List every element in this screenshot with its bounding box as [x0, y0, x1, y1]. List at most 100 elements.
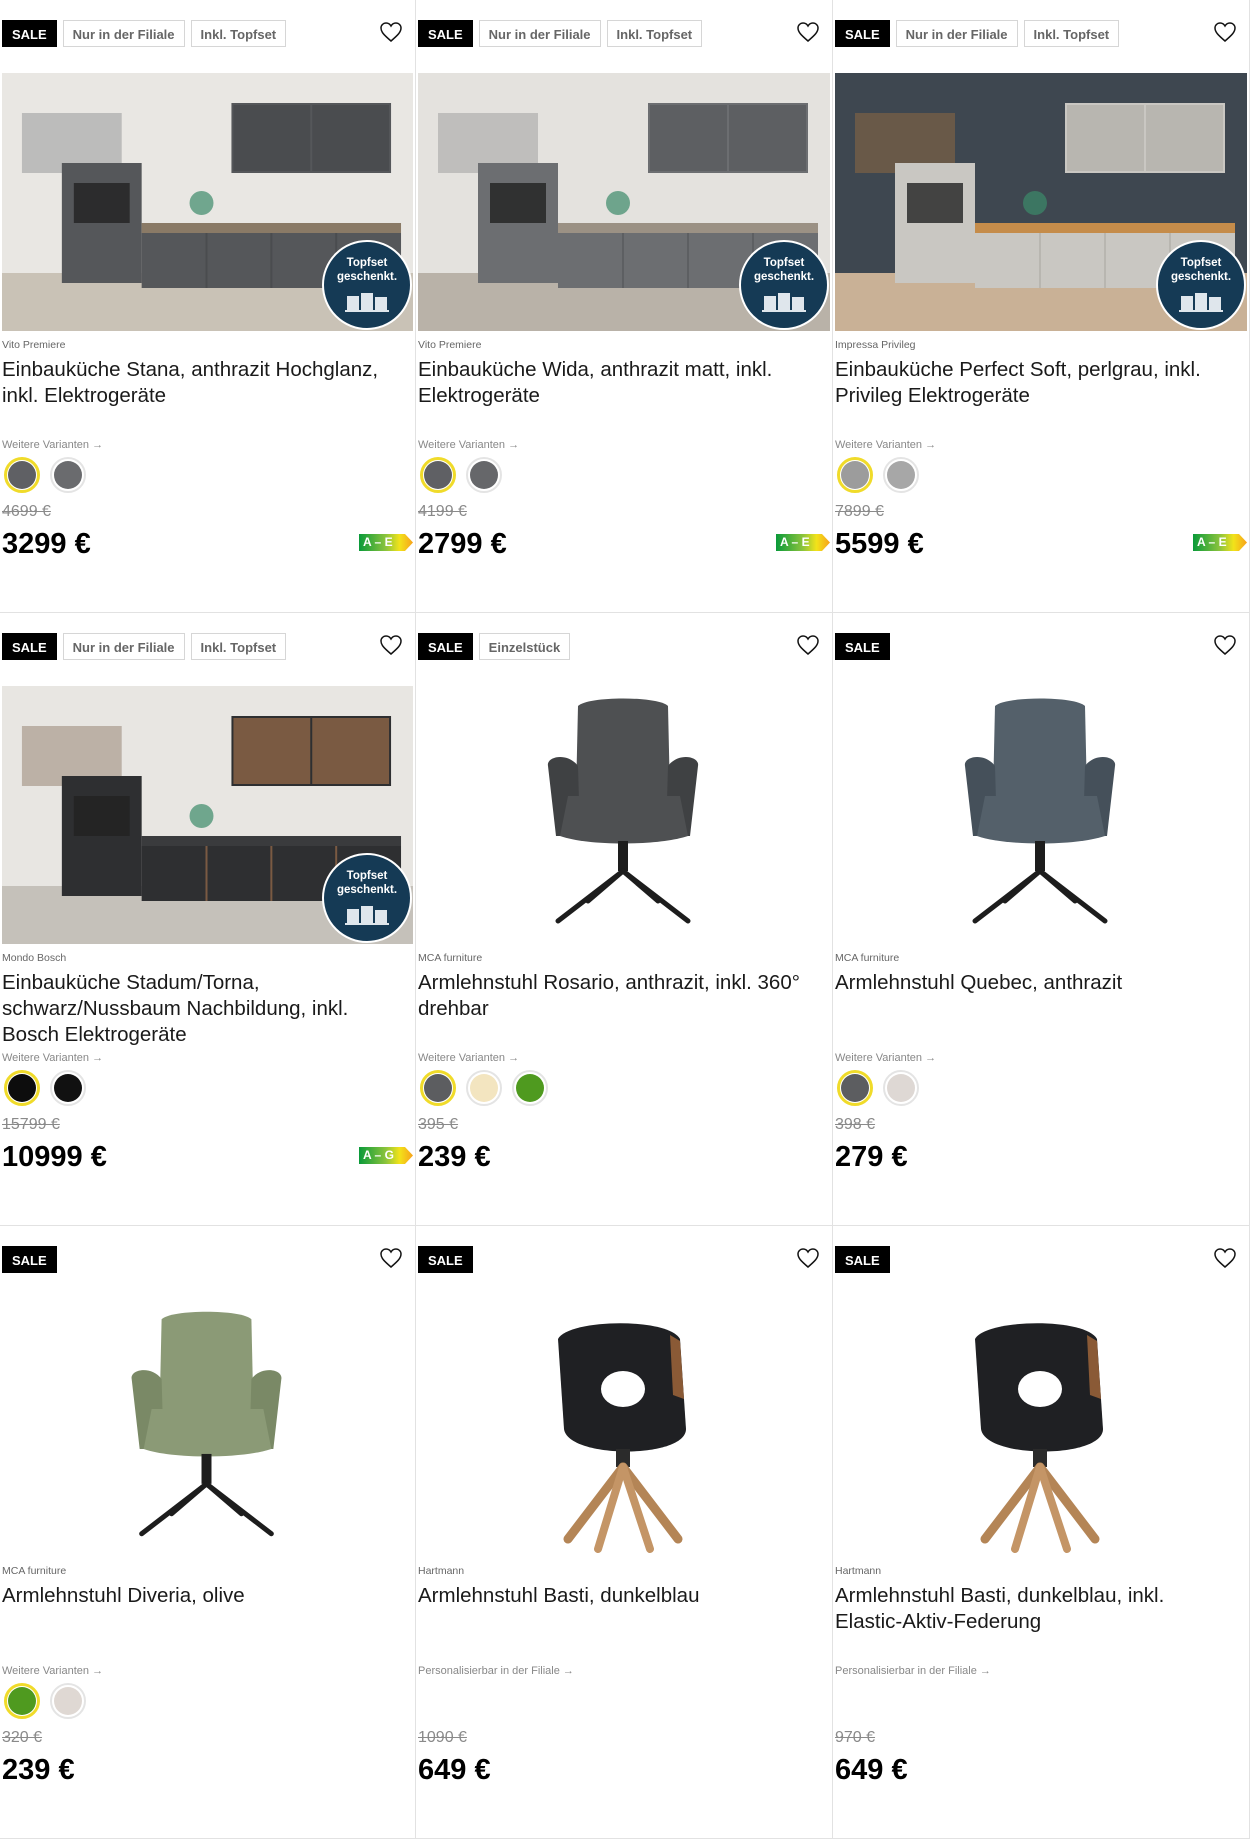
color-swatch[interactable] [883, 1070, 919, 1106]
product-brand: Impressa Privileg [835, 339, 916, 351]
color-swatches [837, 1070, 919, 1106]
product-image[interactable] [418, 686, 830, 944]
old-price: 320 € [2, 1729, 43, 1746]
variants-link[interactable]: Personalisierbar in der Filiale → [835, 1665, 991, 1677]
heart-icon[interactable] [379, 633, 403, 657]
info-badge: Nur in der Filiale [62, 633, 185, 660]
product-title[interactable]: Einbauküche Perfect Soft, perlgrau, inkl… [835, 357, 1237, 409]
heart-icon[interactable] [1213, 1246, 1237, 1270]
energy-efficiency-label[interactable]: A – E [1193, 534, 1247, 551]
current-price: 3299 € [2, 528, 91, 560]
topfset-badge: Topfset geschenkt. [322, 240, 412, 330]
product-brand: Vito Premiere [418, 339, 482, 351]
product-title[interactable]: Armlehnstuhl Basti, dunkelblau [418, 1583, 820, 1609]
product-image[interactable] [835, 1299, 1247, 1557]
topfset-badge: Topfset geschenkt. [739, 240, 829, 330]
color-swatch[interactable] [4, 457, 40, 493]
sale-badge: SALE [835, 633, 890, 660]
product-image[interactable] [2, 1299, 413, 1557]
product-title[interactable]: Armlehnstuhl Rosario, anthrazit, inkl. 3… [418, 970, 820, 1022]
product-card-8[interactable]: SALE Hartmann Armlehnstuhl Basti, dunkel… [416, 1226, 833, 1839]
color-swatch[interactable] [466, 1070, 502, 1106]
variants-link[interactable]: Weitere Varianten → [418, 1052, 519, 1064]
variants-link[interactable]: Weitere Varianten → [2, 1665, 103, 1677]
pots-icon [762, 293, 806, 312]
heart-icon[interactable] [1213, 633, 1237, 657]
product-card-9[interactable]: SALE Hartmann Armlehnstuhl Basti, dunkel… [833, 1226, 1250, 1839]
product-card-7[interactable]: SALE MCA furniture Armlehnstuhl Diveria,… [0, 1226, 416, 1839]
variants-link[interactable]: Personalisierbar in der Filiale → [418, 1665, 574, 1677]
badge-row: SALE [835, 633, 890, 660]
color-swatch[interactable] [50, 457, 86, 493]
product-image[interactable] [418, 1299, 830, 1557]
product-brand: MCA furniture [2, 1565, 67, 1577]
color-swatches [420, 1070, 548, 1106]
product-title[interactable]: Armlehnstuhl Basti, dunkelblau, inkl. El… [835, 1583, 1237, 1635]
badge-row: SALE Nur in der Filiale Inkl. Topfset [2, 20, 287, 47]
product-grid: SALE Nur in der Filiale Inkl. Topfset Topf… [0, 0, 1250, 1839]
current-price: 649 € [835, 1754, 908, 1786]
info-badge: Nur in der Filiale [895, 20, 1018, 47]
color-swatch[interactable] [883, 457, 919, 493]
heart-icon[interactable] [796, 633, 820, 657]
variants-link[interactable]: Weitere Varianten → [2, 1052, 103, 1064]
info-badge: Inkl. Topfset [190, 20, 287, 47]
energy-efficiency-label[interactable]: A – G [359, 1147, 413, 1164]
color-swatch[interactable] [50, 1683, 86, 1719]
sale-badge: SALE [418, 1246, 473, 1273]
current-price: 279 € [835, 1141, 908, 1173]
product-image[interactable]: Topfset geschenkt. [835, 73, 1247, 331]
product-card-1[interactable]: SALE Nur in der Filiale Inkl. Topfset Topf… [0, 0, 416, 613]
color-swatch[interactable] [420, 457, 456, 493]
sale-badge: SALE [2, 1246, 57, 1273]
product-image[interactable]: Topfset geschenkt. [2, 686, 413, 944]
product-title[interactable]: Armlehnstuhl Quebec, anthrazit [835, 970, 1237, 996]
product-title[interactable]: Armlehnstuhl Diveria, olive [2, 1583, 403, 1609]
variants-link[interactable]: Weitere Varianten → [2, 439, 103, 451]
product-image[interactable]: Topfset geschenkt. [418, 73, 830, 331]
color-swatches [4, 1070, 86, 1106]
product-image[interactable] [835, 686, 1247, 944]
color-swatch[interactable] [420, 1070, 456, 1106]
color-swatch[interactable] [837, 1070, 873, 1106]
variants-link[interactable]: Weitere Varianten → [835, 1052, 936, 1064]
info-badge: Inkl. Topfset [190, 633, 287, 660]
heart-icon[interactable] [379, 1246, 403, 1270]
energy-efficiency-label[interactable]: A – E [776, 534, 830, 551]
product-card-2[interactable]: SALE Nur in der Filiale Inkl. Topfset Topf… [416, 0, 833, 613]
current-price: 5599 € [835, 528, 924, 560]
energy-efficiency-label[interactable]: A – E [359, 534, 413, 551]
product-image[interactable]: Topfset geschenkt. [2, 73, 413, 331]
current-price: 649 € [418, 1754, 491, 1786]
product-card-3[interactable]: SALE Nur in der Filiale Inkl. Topfset Topf… [833, 0, 1250, 613]
product-card-6[interactable]: SALE MCA furniture Armlehnstuhl Quebec, … [833, 613, 1250, 1226]
heart-icon[interactable] [796, 20, 820, 44]
topfset-badge: Topfset geschenkt. [322, 853, 412, 943]
product-card-5[interactable]: SALE Einzelstück MCA furniture Armlehnstu… [416, 613, 833, 1226]
heart-icon[interactable] [796, 1246, 820, 1270]
product-title[interactable]: Einbauküche Stadum/Torna, schwarz/Nussba… [2, 970, 403, 1048]
heart-icon[interactable] [1213, 20, 1237, 44]
old-price: 4199 € [418, 503, 467, 520]
sale-badge: SALE [835, 20, 890, 47]
color-swatch[interactable] [4, 1683, 40, 1719]
color-swatch[interactable] [466, 457, 502, 493]
badge-row: SALE [418, 1246, 473, 1273]
heart-icon[interactable] [379, 20, 403, 44]
color-swatch[interactable] [4, 1070, 40, 1106]
color-swatch[interactable] [837, 457, 873, 493]
sale-badge: SALE [418, 20, 473, 47]
product-card-4[interactable]: SALE Nur in der Filiale Inkl. Topfset Topf… [0, 613, 416, 1226]
old-price: 1090 € [418, 1729, 467, 1746]
variants-link[interactable]: Weitere Varianten → [835, 439, 936, 451]
product-brand: Vito Premiere [2, 339, 66, 351]
old-price: 970 € [835, 1729, 876, 1746]
old-price: 395 € [418, 1116, 459, 1133]
variants-link[interactable]: Weitere Varianten → [418, 439, 519, 451]
product-title[interactable]: Einbauküche Stana, anthrazit Hochglanz, … [2, 357, 403, 409]
color-swatch[interactable] [50, 1070, 86, 1106]
sale-badge: SALE [2, 633, 57, 660]
badge-row: SALE Einzelstück [418, 633, 571, 660]
product-title[interactable]: Einbauküche Wida, anthrazit matt, inkl. … [418, 357, 820, 409]
color-swatch[interactable] [512, 1070, 548, 1106]
